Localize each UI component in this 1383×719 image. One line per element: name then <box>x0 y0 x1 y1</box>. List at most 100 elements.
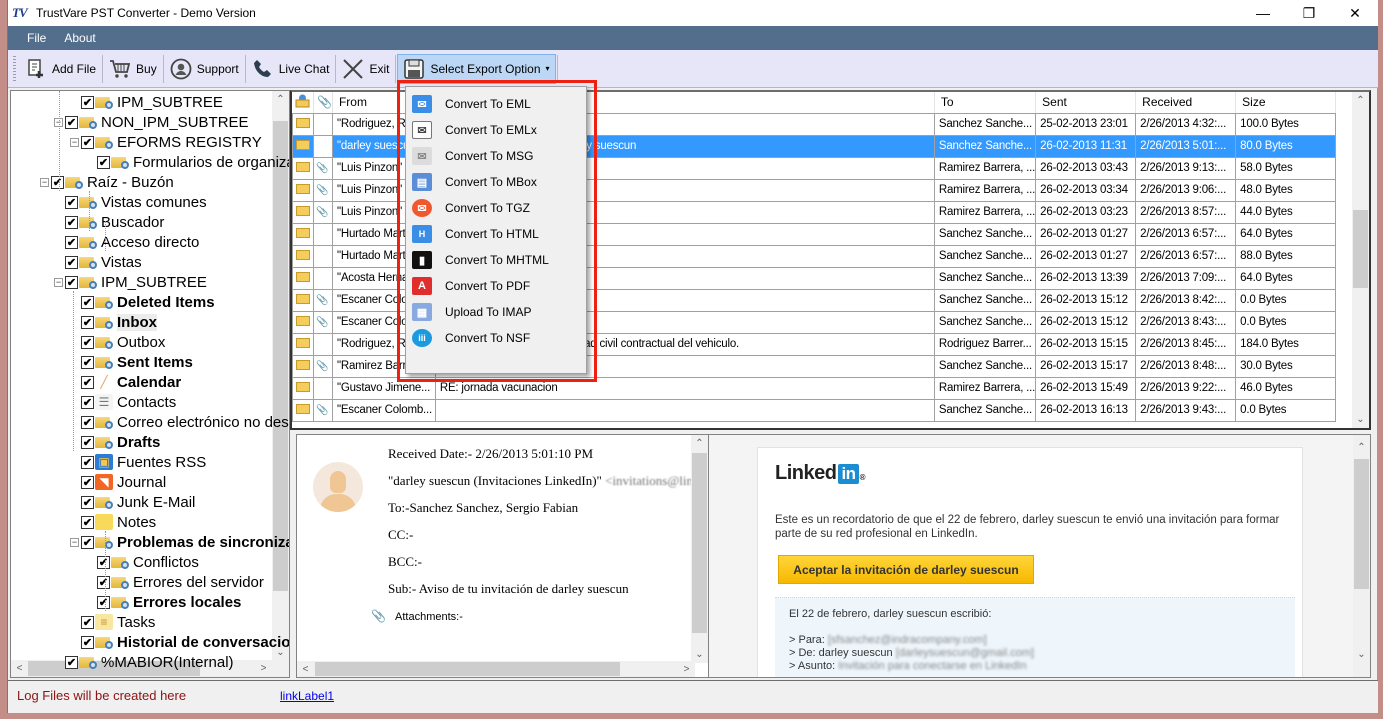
support-button[interactable]: Support <box>165 54 244 84</box>
scroll-down-icon[interactable]: ⌄ <box>1352 411 1369 428</box>
live-chat-button[interactable]: Live Chat <box>247 54 335 84</box>
folder-checkbox[interactable]: ✔ <box>81 635 94 649</box>
exit-button[interactable]: Exit <box>337 54 394 84</box>
export-option-convert-to-eml[interactable]: ✉ Convert To EML <box>406 92 586 116</box>
export-option-convert-to-msg[interactable]: ✉ Convert To MSG <box>406 144 586 168</box>
folder-checkbox[interactable]: ✔ <box>65 215 78 229</box>
column-header-attachment[interactable]: 📎 <box>313 92 333 114</box>
folder-checkbox[interactable]: ✔ <box>81 295 94 309</box>
scroll-left-icon[interactable]: < <box>11 660 28 677</box>
tree-item[interactable]: ✔ Vistas <box>65 252 142 272</box>
list-vertical-scrollbar[interactable]: ⌃ ⌄ <box>1352 92 1369 428</box>
buy-button[interactable]: Buy <box>104 54 162 84</box>
export-option-convert-to-html[interactable]: H Convert To HTML <box>406 222 586 246</box>
tree-item[interactable]: ✔ Inbox <box>81 312 157 332</box>
scroll-right-icon[interactable]: > <box>255 660 272 677</box>
body-scroll-thumb[interactable] <box>1354 459 1369 589</box>
folder-checkbox[interactable]: ✔ <box>97 575 110 589</box>
email-row[interactable]: "Gustavo Jimene... RE: jornada vacunacion… <box>292 376 1337 400</box>
folder-checkbox[interactable]: ✔ <box>65 195 78 209</box>
tree-item[interactable]: ✔ ≡ Tasks <box>81 612 155 632</box>
tree-item[interactable]: ✔ ☰ Contacts <box>81 392 176 412</box>
column-header-size[interactable]: Size <box>1235 92 1337 114</box>
tree-item[interactable]: ✔ %MABIOR(Internal) <box>65 652 234 672</box>
export-option-upload-to-imap[interactable]: ▦ Upload To IMAP <box>406 300 586 324</box>
folder-checkbox[interactable]: ✔ <box>81 355 94 369</box>
log-link[interactable]: linkLabel1 <box>280 689 334 703</box>
tree-item[interactable]: ✔ Drafts <box>81 432 160 452</box>
export-option-convert-to-nsf[interactable]: iii Convert To NSF <box>406 326 586 350</box>
accept-invitation-button[interactable]: Aceptar la invitación de darley suescun <box>778 555 1034 584</box>
tree-item[interactable]: ✔ Errores locales <box>97 592 241 612</box>
header-vertical-scrollbar[interactable]: ⌃ ⌄ <box>691 435 708 663</box>
tree-item[interactable]: ✔ Notes <box>81 512 156 532</box>
folder-checkbox[interactable]: ✔ <box>81 455 94 469</box>
add-file-button[interactable]: Add File <box>20 54 101 84</box>
tree-item[interactable]: ✔ Acceso directo <box>65 232 199 252</box>
tree-item[interactable]: ✔ Conflictos <box>97 552 199 572</box>
scroll-up-icon[interactable]: ⌃ <box>1353 439 1370 456</box>
folder-checkbox[interactable]: ✔ <box>65 275 78 289</box>
tree-item[interactable]: ✔ Correo electrónico no deseado <box>81 412 289 432</box>
folder-checkbox[interactable]: ✔ <box>81 495 94 509</box>
tree-item[interactable]: ✔ Errores del servidor <box>97 572 264 592</box>
folder-checkbox[interactable]: ✔ <box>81 435 94 449</box>
folder-checkbox[interactable]: ✔ <box>65 115 78 129</box>
select-export-option-button[interactable]: Select Export Option ▾ <box>397 53 556 84</box>
tree-item[interactable]: ✔ Vistas comunes <box>65 192 207 212</box>
header-scroll-thumb[interactable] <box>692 453 707 633</box>
minimize-button[interactable]: — <box>1240 0 1286 26</box>
folder-checkbox[interactable]: ✔ <box>81 535 94 549</box>
tree-item[interactable]: ✔ Deleted Items <box>81 292 215 312</box>
export-option-convert-to-emlx[interactable]: ✉ Convert To EMLx <box>406 118 586 142</box>
tree-item[interactable]: − ✔ NON_IPM_SUBTREE <box>54 112 249 132</box>
export-option-convert-to-mhtml[interactable]: ▮ Convert To MHTML <box>406 248 586 272</box>
tree-item[interactable]: ✔ Junk E-Mail <box>81 492 195 512</box>
collapse-icon[interactable]: − <box>70 137 79 147</box>
folder-checkbox[interactable]: ✔ <box>97 555 110 569</box>
folder-checkbox[interactable]: ✔ <box>81 375 94 389</box>
export-option-convert-to-tgz[interactable]: ✉ Convert To TGZ <box>406 196 586 220</box>
collapse-icon[interactable]: − <box>40 177 49 187</box>
menu-file[interactable]: File <box>8 26 55 50</box>
collapse-icon[interactable]: − <box>70 537 79 547</box>
folder-checkbox[interactable]: ✔ <box>81 335 94 349</box>
tree-item[interactable]: ✔ Sent Items <box>81 352 193 372</box>
tree-item[interactable]: − ✔ EFORMS REGISTRY <box>70 132 262 152</box>
export-option-convert-to-pdf[interactable]: A Convert To PDF <box>406 274 586 298</box>
folder-checkbox[interactable]: ✔ <box>81 135 94 149</box>
folder-checkbox[interactable]: ✔ <box>65 235 78 249</box>
tree-item[interactable]: ✔ ◥ Journal <box>81 472 166 492</box>
folder-checkbox[interactable]: ✔ <box>81 515 94 529</box>
folder-checkbox[interactable]: ✔ <box>65 655 78 669</box>
scroll-right-icon[interactable]: > <box>678 661 695 677</box>
header-horizontal-scrollbar[interactable]: < > <box>297 661 695 677</box>
list-scroll-thumb[interactable] <box>1353 210 1368 288</box>
folder-checkbox[interactable]: ✔ <box>81 315 94 329</box>
scroll-down-icon[interactable]: ⌄ <box>1353 646 1370 663</box>
tree-item[interactable]: ✔ ▣ Fuentes RSS <box>81 452 206 472</box>
tree-item[interactable]: ✔ Historial de conversaciones <box>81 632 289 652</box>
folder-checkbox[interactable]: ✔ <box>81 415 94 429</box>
tree-item[interactable]: − ✔ Raíz - Buzón <box>40 172 174 192</box>
scroll-up-icon[interactable]: ⌃ <box>272 91 289 108</box>
column-header-received[interactable]: Received <box>1135 92 1237 114</box>
scroll-left-icon[interactable]: < <box>297 661 314 677</box>
column-header-icon[interactable] <box>292 92 314 114</box>
folder-checkbox[interactable]: ✔ <box>81 395 94 409</box>
export-option-convert-to-mbox[interactable]: ▤ Convert To MBox <box>406 170 586 194</box>
column-header-to[interactable]: To <box>934 92 1037 114</box>
folder-tree[interactable]: ⌃ ⌄ < > ✔ IPM_SUBTREE − ✔ NON_IPM_SUBTREE − ✔ E… <box>10 90 290 678</box>
header-hscroll-thumb[interactable] <box>315 662 620 676</box>
menu-about[interactable]: About <box>55 26 104 50</box>
collapse-icon[interactable]: − <box>54 277 63 287</box>
column-header-sent[interactable]: Sent <box>1035 92 1137 114</box>
tree-item[interactable]: ✔ Formularios de organización <box>97 152 289 172</box>
maximize-button[interactable]: ❐ <box>1286 0 1332 26</box>
body-vertical-scrollbar[interactable]: ⌃ ⌄ <box>1353 435 1370 677</box>
folder-checkbox[interactable]: ✔ <box>97 155 110 169</box>
tree-item[interactable]: ✔ ╱ Calendar <box>81 372 181 392</box>
email-row[interactable]: 📎 "Escaner Colomb... Sanchez Sanche... 26-0… <box>292 398 1337 422</box>
folder-checkbox[interactable]: ✔ <box>81 475 94 489</box>
toolbar-grip[interactable] <box>13 55 16 82</box>
